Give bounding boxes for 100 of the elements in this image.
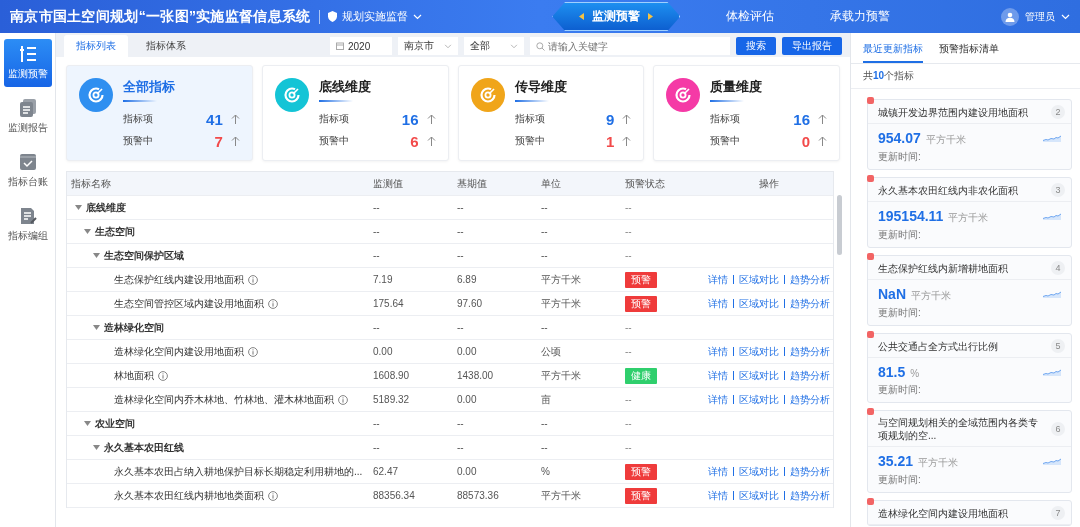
indicator-card[interactable]: 生态保护红线内新增耕地面积 4 NaN 平方千米 更新时间: bbox=[867, 255, 1072, 326]
column-header: 操作 bbox=[701, 172, 833, 196]
indicator-card[interactable]: 造林绿化空间内建设用地面积 7 bbox=[867, 500, 1072, 526]
expand-caret-icon[interactable] bbox=[93, 444, 100, 451]
panel-tab[interactable]: 预警指标清单 bbox=[939, 39, 999, 63]
action-link[interactable]: 趋势分析 bbox=[790, 296, 830, 311]
action-link[interactable]: 详情 bbox=[708, 272, 728, 287]
column-header: 监测值 bbox=[369, 172, 453, 196]
info-icon[interactable] bbox=[158, 370, 168, 381]
info-icon[interactable] bbox=[268, 298, 278, 309]
module-selector[interactable]: 规划实施监督 bbox=[341, 9, 408, 24]
action-link[interactable]: 详情 bbox=[708, 344, 728, 359]
indicator-title: 永久基本农田红线内非农化面积 bbox=[878, 183, 1019, 197]
nav-tab[interactable]: 承载力预警 bbox=[820, 4, 901, 29]
metric-value: 41 bbox=[206, 110, 223, 128]
sidebar-item[interactable]: 指标编组 bbox=[4, 201, 52, 249]
indicator-name: 造林绿化空间内乔木林地、竹林地、灌木林地面积 bbox=[114, 392, 334, 407]
metric-value: 6 bbox=[410, 132, 419, 150]
action-link[interactable]: 详情 bbox=[708, 296, 728, 311]
user-name[interactable]: 管理员 bbox=[1025, 9, 1055, 24]
action-link[interactable]: 趋势分析 bbox=[790, 272, 830, 287]
action-link[interactable]: 区域对比 bbox=[739, 392, 779, 407]
sparkline-chart bbox=[1043, 368, 1061, 376]
action-link[interactable]: 趋势分析 bbox=[790, 368, 830, 383]
sidebar-item[interactable]: 监测报告 bbox=[4, 93, 52, 141]
expand-caret-icon[interactable] bbox=[84, 420, 91, 427]
region-select[interactable]: 南京市 bbox=[398, 37, 458, 55]
action-link[interactable]: 区域对比 bbox=[739, 488, 779, 503]
action-link[interactable]: 趋势分析 bbox=[790, 464, 830, 479]
view-tab[interactable]: 指标体系 bbox=[134, 35, 198, 57]
expand-caret-icon[interactable] bbox=[93, 324, 100, 331]
base-value: -- bbox=[457, 442, 464, 453]
avatar-icon[interactable] bbox=[1001, 7, 1019, 26]
sidebar-item[interactable]: 指标台账 bbox=[4, 147, 52, 195]
indicator-card[interactable]: 永久基本农田红线内非农化面积 3 195154.11 平方千米 更新时间: bbox=[867, 177, 1072, 248]
status-badge: 预警 bbox=[625, 271, 657, 288]
status-badge: 预警 bbox=[625, 463, 657, 480]
action-link[interactable]: 趋势分析 bbox=[790, 488, 830, 503]
base-value: 0.00 bbox=[457, 466, 477, 477]
nav-tab[interactable]: 体检评估 bbox=[716, 4, 785, 29]
panel-tab[interactable]: 最近更新指标 bbox=[863, 39, 923, 63]
action-link[interactable]: 详情 bbox=[708, 488, 728, 503]
action-button[interactable]: 搜索 bbox=[736, 37, 776, 55]
metric-label: 指标项 bbox=[710, 112, 741, 126]
info-icon[interactable] bbox=[338, 394, 348, 405]
base-value: -- bbox=[457, 322, 464, 333]
rank-number: 3 bbox=[1051, 183, 1065, 197]
expand-caret-icon[interactable] bbox=[75, 204, 82, 211]
action-link[interactable]: 趋势分析 bbox=[790, 392, 830, 407]
action-link[interactable]: 详情 bbox=[708, 368, 728, 383]
view-tab[interactable]: 指标列表 bbox=[64, 35, 128, 57]
arrow-up-icon bbox=[818, 114, 827, 124]
info-icon[interactable] bbox=[268, 490, 278, 501]
action-link[interactable]: 详情 bbox=[708, 464, 728, 479]
indicator-name: 造林绿化空间内建设用地面积 bbox=[114, 344, 244, 359]
unit-text: 平方千米 bbox=[948, 211, 989, 225]
expand-caret-icon[interactable] bbox=[84, 228, 91, 235]
stat-card[interactable]: 底线维度 指标项 16 预警中 6 bbox=[261, 65, 449, 161]
metric-value: 1 bbox=[605, 132, 615, 150]
indicator-card[interactable]: 城镇开发边界范围内建设用地面积 2 954.07 平方千米 更新时间: bbox=[867, 99, 1072, 170]
monitor-value: 1608.90 bbox=[373, 370, 410, 381]
info-icon[interactable] bbox=[248, 274, 258, 285]
unit-value: % bbox=[541, 466, 550, 477]
unit-value: -- bbox=[541, 322, 548, 333]
action-link[interactable]: 趋势分析 bbox=[790, 344, 830, 359]
update-time-label: 更新时间: bbox=[878, 473, 922, 487]
arrow-up-icon bbox=[622, 136, 632, 146]
indicator-card[interactable]: 与空间规划相关的全域范围内各类专项规划的空... 6 35.21 平方千米 更新时间: bbox=[867, 410, 1072, 493]
indicator-name: 永久基本农田占纳入耕地保护目标长期稳定利用耕地的... bbox=[114, 464, 363, 479]
action-link[interactable]: 详情 bbox=[708, 392, 728, 407]
stat-card[interactable]: 全部指标 指标项 41 预警中 7 bbox=[66, 65, 253, 161]
calendar-icon bbox=[336, 42, 344, 50]
scrollbar[interactable] bbox=[837, 195, 842, 255]
document-edit-icon bbox=[19, 207, 37, 225]
stat-card[interactable]: 质量维度 指标项 16 预警中 0 bbox=[653, 65, 840, 161]
sidebar-item[interactable]: 监测预警 bbox=[4, 39, 52, 87]
indicator-count: 共10个指标 bbox=[851, 64, 1080, 89]
action-button[interactable]: 导出报告 bbox=[782, 37, 842, 55]
year-picker[interactable]: 2020 bbox=[330, 37, 392, 55]
monitor-value: 0.00 bbox=[373, 346, 393, 357]
search-field[interactable]: 请输入关键字 bbox=[530, 37, 730, 55]
scope-select[interactable]: 全部 bbox=[464, 37, 524, 55]
monitor-value: 7.19 bbox=[373, 274, 393, 285]
expand-caret-icon[interactable] bbox=[93, 252, 100, 259]
indicator-name: 农业空间 bbox=[95, 416, 135, 431]
nav-tab[interactable]: 监测预警 bbox=[552, 2, 681, 31]
action-link[interactable]: 区域对比 bbox=[739, 296, 779, 311]
action-link[interactable]: 区域对比 bbox=[739, 272, 779, 287]
info-icon[interactable] bbox=[248, 346, 258, 357]
action-link[interactable]: 区域对比 bbox=[739, 464, 779, 479]
flag-icon bbox=[867, 331, 874, 338]
caret-right-icon bbox=[648, 13, 654, 20]
indicator-name: 生态空间管控区域内建设用地面积 bbox=[114, 296, 264, 311]
stat-card[interactable]: 传导维度 指标项 9 预警中 1 bbox=[457, 65, 645, 161]
chevron-down-icon bbox=[412, 13, 422, 20]
indicator-card[interactable]: 公共交通占全方式出行比例 5 81.5 % 更新时间: bbox=[867, 333, 1072, 403]
monitor-value: -- bbox=[373, 226, 380, 237]
action-link[interactable]: 区域对比 bbox=[739, 368, 779, 383]
rank-number: 2 bbox=[1051, 105, 1065, 119]
action-link[interactable]: 区域对比 bbox=[739, 344, 779, 359]
